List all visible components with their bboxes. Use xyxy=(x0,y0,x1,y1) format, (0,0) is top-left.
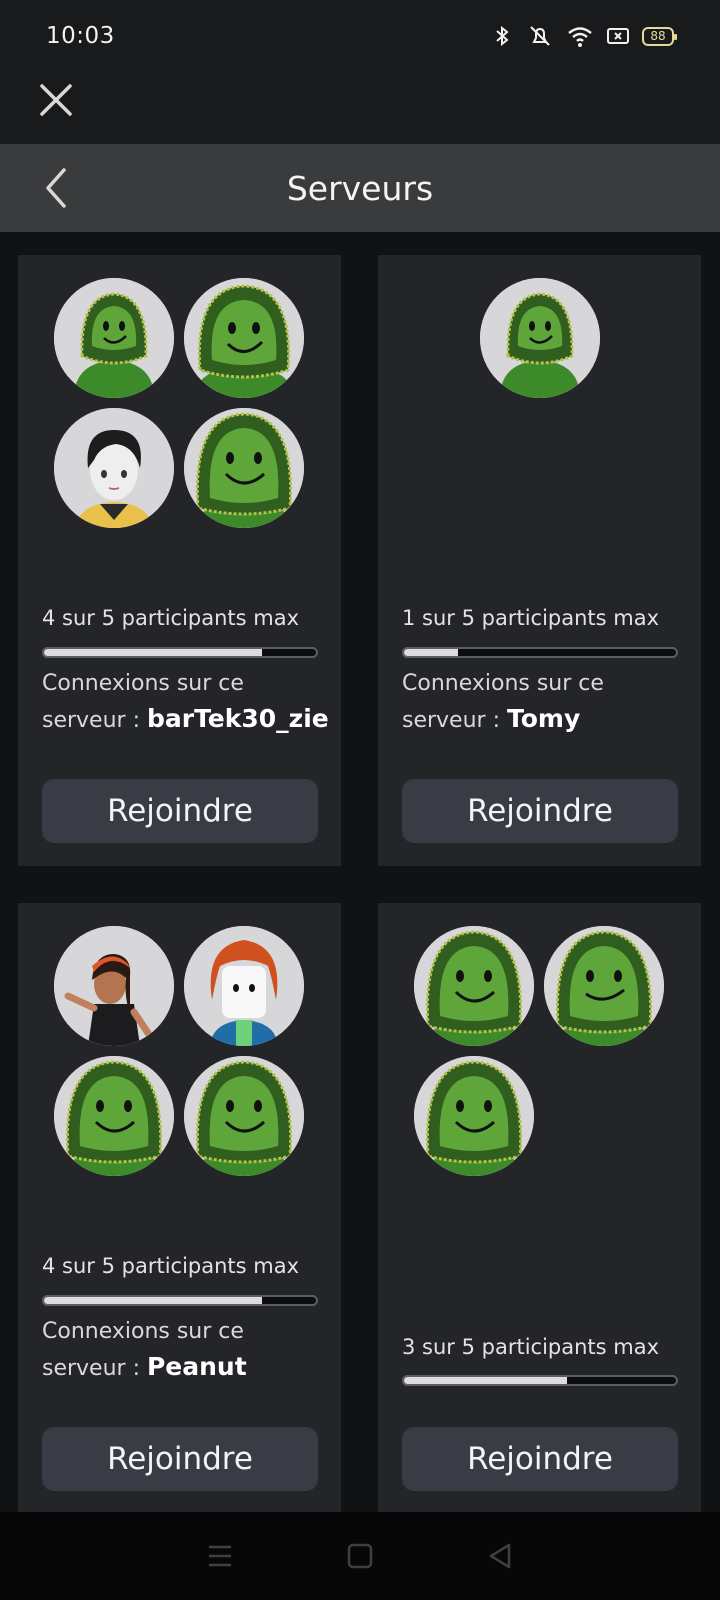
avatar-group xyxy=(378,255,701,545)
participant-count: 1 sur 5 participants max xyxy=(402,606,660,630)
capacity-bar-fill xyxy=(44,649,262,656)
avatar xyxy=(414,926,534,1046)
capacity-bar xyxy=(402,1375,678,1386)
connections-text: Connexions sur ce serveur : Peanut xyxy=(42,1314,332,1386)
avatar xyxy=(54,926,174,1046)
top-bar xyxy=(0,72,720,144)
connection-name[interactable]: Peanut xyxy=(147,1352,247,1381)
server-card: 4 sur 5 participants max Connexions sur … xyxy=(18,903,341,1512)
join-button[interactable]: Rejoindre xyxy=(402,779,678,843)
screen-icon xyxy=(607,28,629,44)
system-nav-bar xyxy=(0,1512,720,1600)
connection-name[interactable]: Tomy xyxy=(507,704,580,733)
avatar xyxy=(54,278,174,398)
bluetooth-icon xyxy=(496,25,509,47)
capacity-bar xyxy=(42,1295,318,1306)
menu-icon[interactable] xyxy=(205,1541,235,1571)
server-card: 1 sur 5 participants max Connexions sur … xyxy=(378,255,701,866)
capacity-bar-fill xyxy=(44,1297,262,1304)
avatar xyxy=(184,926,304,1046)
avatar-group xyxy=(18,255,341,545)
avatar xyxy=(184,1056,304,1176)
back-icon[interactable] xyxy=(485,1541,515,1571)
participant-count: 4 sur 5 participants max xyxy=(42,606,300,630)
avatar xyxy=(184,408,304,528)
capacity-bar xyxy=(402,647,678,658)
capacity-bar xyxy=(42,647,318,658)
connection-name[interactable]: barTek30_zie xyxy=(147,704,329,733)
participant-count: 4 sur 5 participants max xyxy=(42,1254,300,1278)
close-icon[interactable] xyxy=(36,80,76,120)
status-icons: 88 xyxy=(490,24,677,48)
server-card: 4 sur 5 participants max Connexions sur … xyxy=(18,255,341,866)
page-header: Serveurs xyxy=(0,144,720,232)
wifi-icon xyxy=(568,27,592,47)
connections-text: Connexions sur ce serveur : barTek30_zie xyxy=(42,666,332,738)
capacity-bar-fill xyxy=(404,1377,568,1384)
server-grid: 4 sur 5 participants max Connexions sur … xyxy=(0,232,720,1512)
mute-icon xyxy=(530,26,550,46)
join-button[interactable]: Rejoindre xyxy=(402,1427,678,1491)
avatar-group xyxy=(378,903,701,1193)
join-button[interactable]: Rejoindre xyxy=(42,779,318,843)
avatar xyxy=(544,926,664,1046)
status-time: 10:03 xyxy=(46,23,115,49)
join-button[interactable]: Rejoindre xyxy=(42,1427,318,1491)
participant-count: 3 sur 5 participants max xyxy=(402,1335,660,1359)
capacity-bar-fill xyxy=(404,649,459,656)
server-card: 3 sur 5 participants max Rejoindre xyxy=(378,903,701,1512)
connections-text: Connexions sur ce serveur : Tomy xyxy=(402,666,692,738)
avatar xyxy=(54,1056,174,1176)
avatar xyxy=(480,278,600,398)
home-icon[interactable] xyxy=(345,1541,375,1571)
status-bar: 10:03 88 xyxy=(0,0,720,72)
battery-icon: 88 xyxy=(642,26,677,46)
avatar xyxy=(54,408,174,528)
avatar xyxy=(414,1056,534,1176)
back-arrow-icon[interactable] xyxy=(38,166,74,210)
avatar-group xyxy=(18,903,341,1193)
avatar xyxy=(184,278,304,398)
page-title: Serveurs xyxy=(286,168,434,208)
